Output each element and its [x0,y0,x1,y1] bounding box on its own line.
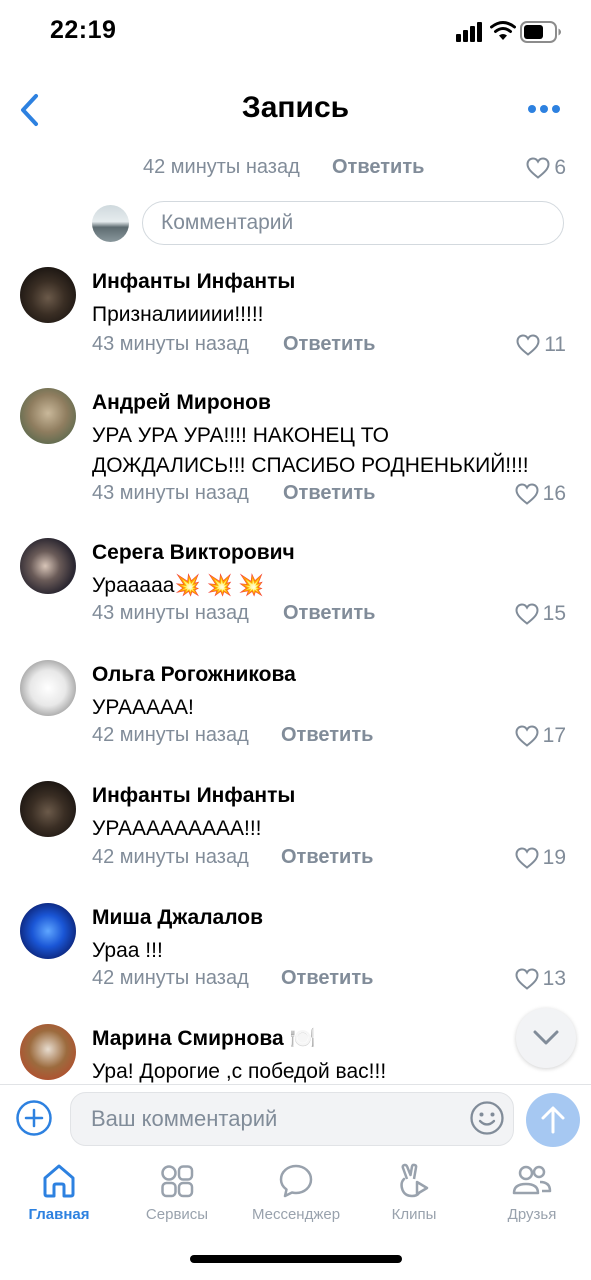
clips-icon [400,1163,429,1198]
reply-button[interactable]: Ответить [283,333,375,356]
avatar[interactable] [20,1024,76,1080]
comment-time: 43 минуты назад [92,602,249,624]
like-count: 6 [554,156,566,179]
comment-author[interactable]: Серега Викторович [92,541,295,565]
tab-clips[interactable]: Клипы [355,1162,473,1242]
reply-button[interactable]: Ответить [332,156,424,179]
comment-time: 43 минуты назад [92,333,249,355]
tab-home[interactable]: Главная [0,1162,118,1242]
battery-icon [520,21,561,43]
reply-button[interactable]: Ответить [281,967,373,990]
reply-button[interactable]: Ответить [283,482,375,505]
comment-composer: Ваш комментарий [0,1084,591,1153]
tab-label: Клипы [391,1206,437,1223]
top-comment-meta: 42 минуты назад Ответить 6 [0,154,591,184]
avatar[interactable] [20,903,76,959]
heart-icon [515,725,539,747]
avatar[interactable] [20,388,76,444]
heart-icon [526,157,550,179]
tab-label: Мессенджер [251,1206,341,1223]
tab-label: Сервисы [145,1206,209,1223]
comment-meta: 42 минуты назад Ответить 17 [0,722,591,752]
tab-label: Главная [28,1206,90,1223]
status-bar: 22:19 [0,0,591,64]
reply-button[interactable]: Ответить [281,724,373,747]
comment-text: УРА УРА УРА!!!! НАКОНЕЦ ТО ДОЖДАЛИСЬ!!! … [92,424,529,477]
reply-button[interactable]: Ответить [281,846,373,869]
comment-time: 43 минуты назад [92,482,249,504]
avatar[interactable] [20,660,76,716]
comment-author[interactable]: Инфанты Инфанты [92,270,295,294]
heart-icon [515,847,539,869]
comment-text: Ура! Дорогие ,с победой вас!!! [92,1060,387,1083]
services-icon [161,1165,194,1198]
like-button[interactable]: 19 [515,844,566,872]
like-count: 11 [544,333,566,356]
add-attachment-icon[interactable] [15,1099,53,1137]
avatar[interactable] [20,267,76,323]
comment-meta: 42 минуты назад Ответить 19 [0,844,591,874]
like-count: 13 [542,967,566,990]
comment-text: УРААААААААА!!! [92,817,262,840]
reply-composer: Комментарий [0,201,591,247]
arrow-up-icon [541,1106,565,1134]
comment-time: 42 минуты назад [92,967,249,989]
like-button[interactable]: 6 [526,154,566,182]
friends-icon [512,1165,552,1195]
comment-text: Ураа !!! [92,939,163,962]
like-button[interactable]: 11 [516,331,566,359]
avatar[interactable] [20,538,76,594]
comment-author[interactable]: Миша Джалалов [92,906,263,930]
comments-list[interactable]: 42 минуты назад Ответить 6 Комментарий И… [0,140,591,1084]
more-icon[interactable] [527,102,561,116]
comment-author[interactable]: Андрей Миронов [92,391,271,415]
scroll-down-button[interactable] [516,1008,576,1068]
like-count: 16 [542,482,566,505]
heart-icon [516,334,540,356]
status-time: 22:19 [50,16,117,44]
nav-bar: Запись [0,78,591,142]
comment-text: УРААААА! [92,696,194,719]
comment-input[interactable]: Ваш комментарий [70,1092,514,1146]
signal-icon [456,22,482,42]
comment-text: Урааааа💥 💥 💥 [92,574,265,597]
comment-author[interactable]: Марина Смирнова 🍽️ [92,1027,316,1051]
reply-input[interactable]: Комментарий [142,201,564,245]
tab-services[interactable]: Сервисы [118,1162,236,1242]
comment-time: 42 минуты назад [92,724,249,746]
comment-author[interactable]: Инфанты Инфанты [92,784,295,808]
like-count: 15 [542,602,566,625]
tab-friends[interactable]: Друзья [473,1162,591,1242]
comment-meta: 43 минуты назад Ответить 16 [0,480,591,510]
comment-author[interactable]: Ольга Рогожникова [92,663,296,687]
home-indicator [190,1255,402,1263]
like-count: 17 [542,724,566,747]
comment-meta: 42 минуты назад Ответить 13 [0,965,591,995]
comment-time: 42 минуты назад [143,156,300,178]
reply-button[interactable]: Ответить [283,602,375,625]
comment-meta: 43 минуты назад Ответить 11 [0,331,591,361]
like-button[interactable]: 15 [515,600,566,628]
heart-icon [515,968,539,990]
like-button[interactable]: 13 [515,965,566,993]
emoji-icon[interactable] [469,1100,505,1136]
home-icon [43,1164,75,1198]
comment-time: 42 минуты назад [92,846,249,868]
comment-text: Признaлиииии!!!!! [92,303,264,326]
comment-meta: 43 минуты назад Ответить 15 [0,600,591,630]
wifi-icon [490,21,516,40]
like-button[interactable]: 16 [515,480,566,508]
tab-messenger[interactable]: Мессенджер [237,1162,355,1242]
tab-label: Друзья [507,1206,557,1223]
send-button[interactable] [526,1093,580,1147]
current-user-avatar [92,205,129,242]
messenger-icon [279,1164,313,1198]
page-title: Запись [241,91,350,124]
avatar[interactable] [20,781,76,837]
heart-icon [515,603,539,625]
like-count: 19 [542,846,566,869]
like-button[interactable]: 17 [515,722,566,750]
heart-icon [515,483,539,505]
chevron-down-icon [533,1030,559,1045]
